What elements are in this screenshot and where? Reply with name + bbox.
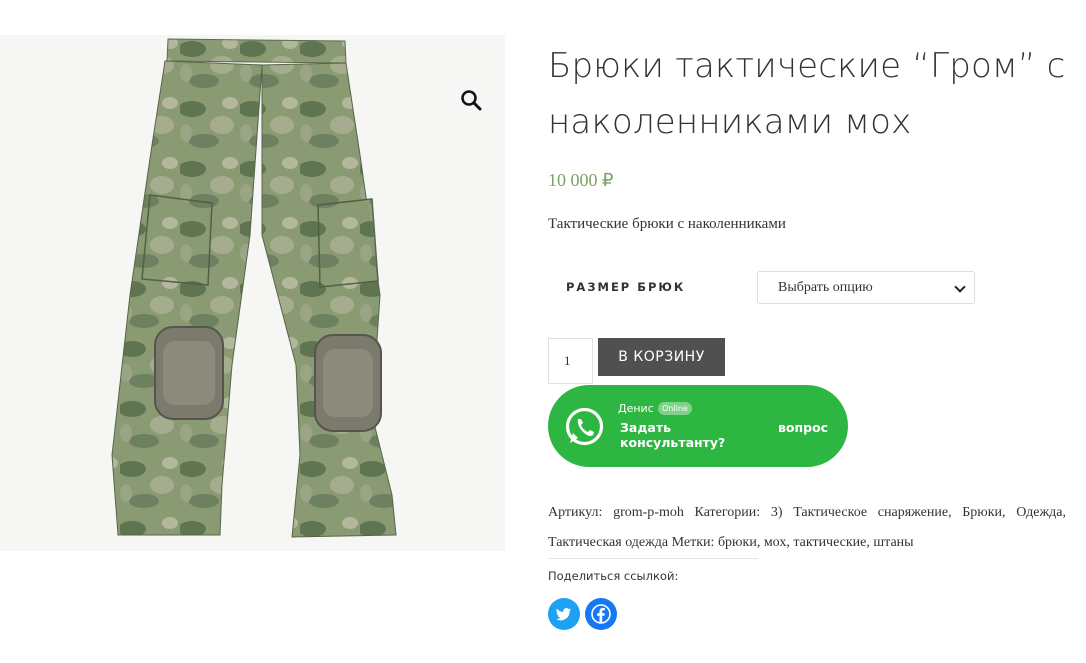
ask-consultant-text: Задать консультанту? [620, 420, 726, 450]
share-title: Поделиться ссылкой: [548, 569, 679, 583]
product-image[interactable] [0, 35, 505, 551]
product-title: Брюки тактические “Гром” с наколенниками… [548, 46, 1066, 142]
variation-label: РАЗМЕР БРЮК [566, 280, 686, 294]
sku-label: Артикул: [548, 505, 603, 520]
facebook-icon [591, 604, 611, 624]
size-select[interactable]: Выбрать опцию [757, 271, 975, 304]
quantity-input[interactable]: 1 [548, 338, 593, 384]
question-label: вопрос [778, 420, 829, 435]
twitter-icon [556, 608, 571, 621]
add-to-cart-button[interactable]: В КОРЗИНУ [598, 338, 725, 376]
magnifier-icon[interactable] [459, 88, 485, 114]
size-select-value: Выбрать опцию [778, 280, 873, 295]
twitter-share-button[interactable] [548, 598, 580, 630]
facebook-share-button[interactable] [585, 598, 617, 630]
product-meta: Артикул: grom-p-moh Категории: 3) Тактич… [548, 498, 1066, 558]
product-price: 10 000 ₽ [548, 170, 614, 190]
online-badge: Online [658, 402, 692, 415]
divider [548, 558, 758, 559]
tags-links[interactable]: брюки, мох, тактические, штаны [718, 535, 914, 550]
chevron-down-icon [954, 281, 966, 293]
tags-label: Метки: [671, 535, 715, 550]
categories-label: Категории: [694, 505, 761, 520]
agent-name: Денис [618, 402, 654, 415]
sku-value: grom-p-moh [613, 505, 684, 520]
camo-pants-image [111, 38, 397, 538]
whatsapp-icon [563, 405, 606, 448]
short-description: Тактические брюки с наколенниками [548, 216, 786, 232]
whatsapp-chat-button[interactable]: Денис Online Задать консультанту? вопрос [548, 385, 848, 467]
